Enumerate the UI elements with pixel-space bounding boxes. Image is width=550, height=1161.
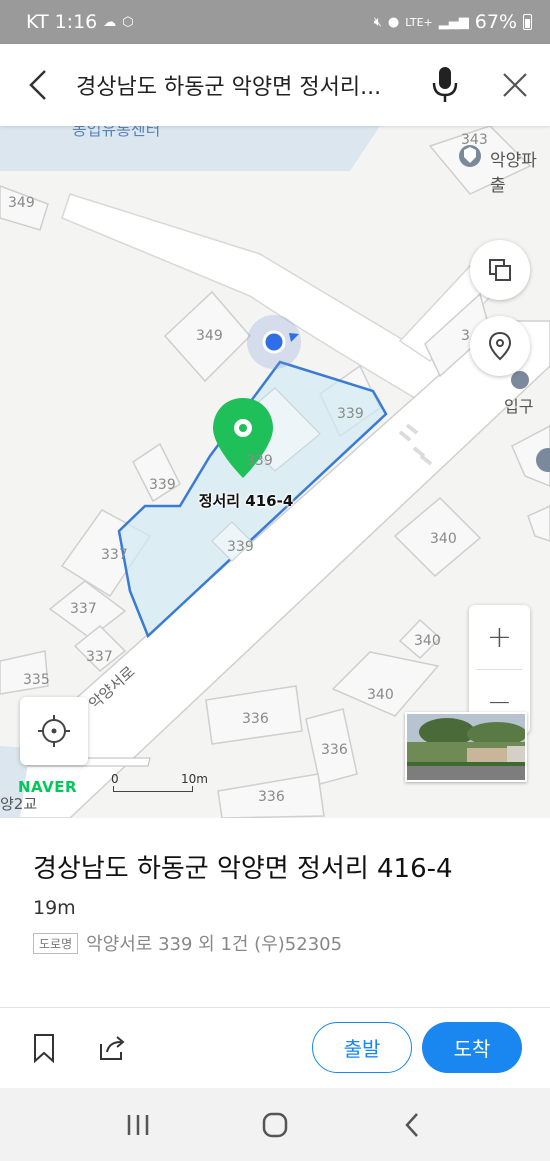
bookmark-button[interactable]: [22, 1026, 66, 1070]
parcel-label: 3: [461, 328, 470, 344]
parcel-label: 339: [246, 453, 273, 469]
current-location-button[interactable]: [20, 697, 88, 765]
parcel-label: 336: [258, 789, 285, 805]
crosshair-icon: [38, 715, 70, 747]
place-info-panel[interactable]: 경상남도 하동군 악양면 정서리 416-4 19m 도로명 악양서로 339 …: [0, 818, 550, 1008]
road-name-badge: 도로명: [33, 932, 79, 954]
arrive-route-button[interactable]: 도착: [422, 1022, 522, 1073]
battery-icon: [523, 14, 532, 30]
map-view[interactable]: 343 349 349 3 339 339 339 339 337 337 33…: [0, 126, 550, 818]
scale-end: 10m: [181, 772, 208, 786]
scale-start: 0: [111, 772, 119, 786]
parcel-label: 343: [461, 132, 488, 148]
parcel-label: 340: [414, 633, 441, 649]
signal-icon: ▂▄▆: [438, 14, 469, 30]
parcel-label: 337: [70, 601, 97, 617]
parcel-label: 339: [227, 539, 254, 555]
scale-bar: [113, 786, 193, 792]
back-button[interactable]: [0, 44, 76, 126]
parcel-label: 335: [23, 672, 50, 688]
home-button[interactable]: [245, 1095, 305, 1155]
search-query[interactable]: 경상남도 하동군 악양면 정서리...: [76, 69, 410, 101]
poi-police-label[interactable]: 악양파출: [490, 146, 550, 196]
start-route-button[interactable]: 출발: [312, 1022, 412, 1073]
parcel-label: 349: [196, 328, 223, 344]
map-scale: 0 10m: [111, 772, 208, 792]
parcel-label: 336: [242, 711, 269, 727]
layers-button[interactable]: [470, 240, 530, 300]
place-marker-button[interactable]: [470, 316, 530, 376]
network-label: LTE+: [405, 15, 433, 29]
settings-status-icon: ⬡: [122, 14, 134, 30]
pin-label: 정서리 416-4: [198, 492, 294, 510]
bookmark-icon: [34, 1034, 54, 1063]
naver-logo: NAVER: [18, 778, 78, 796]
poi-entrance-label[interactable]: 입구: [504, 393, 533, 417]
street-view-thumbnail[interactable]: [405, 712, 527, 782]
system-back-icon: [404, 1112, 418, 1137]
parcel-label: 340: [367, 687, 394, 703]
system-back-button[interactable]: [382, 1095, 442, 1155]
zoom-in-button[interactable]: +: [469, 605, 530, 669]
place-distance: 19m: [33, 897, 76, 919]
system-nav-bar: [0, 1088, 550, 1161]
share-icon: [100, 1036, 125, 1060]
back-arrow-icon: [29, 70, 46, 100]
search-bar: 경상남도 하동군 악양면 정서리...: [0, 44, 550, 126]
carrier-label: KT: [26, 11, 49, 33]
poi-label-partial: 농업유통센터: [72, 126, 161, 139]
street-view-image: [407, 714, 525, 780]
recent-apps-button[interactable]: [108, 1095, 168, 1155]
battery-label: 67%: [474, 11, 517, 33]
action-bar: 출발 도착: [0, 1008, 550, 1088]
recent-apps-icon: [128, 1114, 149, 1135]
place-title: 경상남도 하동군 악양면 정서리 416-4: [33, 854, 453, 884]
clock: 1:16: [54, 11, 98, 33]
clear-search-button[interactable]: [480, 44, 550, 126]
mute-icon: 🔇︎: [373, 14, 382, 30]
road-address-row: 도로명 악양서로 339 외 1건 (우)52305: [33, 930, 550, 956]
status-bar: KT 1:16 ☁ ⬡ 🔇︎ ● LTE+ ▂▄▆ 67%: [0, 0, 550, 44]
parcel-label: 340: [430, 531, 457, 547]
parcel-label: 339: [149, 477, 176, 493]
parcel-label: 337: [101, 547, 128, 563]
share-button[interactable]: [90, 1026, 134, 1070]
bridge-label: 양2교: [0, 795, 38, 813]
road-address: 악양서로 339 외 1건 (우)52305: [86, 934, 343, 955]
voice-search-button[interactable]: [410, 44, 480, 126]
home-icon: [262, 1112, 288, 1137]
location-pin-icon: [488, 331, 512, 361]
notification-icon: ☁: [103, 14, 117, 30]
parcel-label: 337: [86, 649, 113, 665]
layers-icon: [489, 259, 511, 281]
close-icon: [503, 73, 527, 97]
location-status-icon: ●: [387, 14, 400, 30]
parcel-label: 349: [8, 195, 35, 211]
parcel-label: 336: [321, 742, 348, 758]
mic-icon: [432, 67, 458, 102]
parcel-label: 339: [337, 406, 364, 422]
